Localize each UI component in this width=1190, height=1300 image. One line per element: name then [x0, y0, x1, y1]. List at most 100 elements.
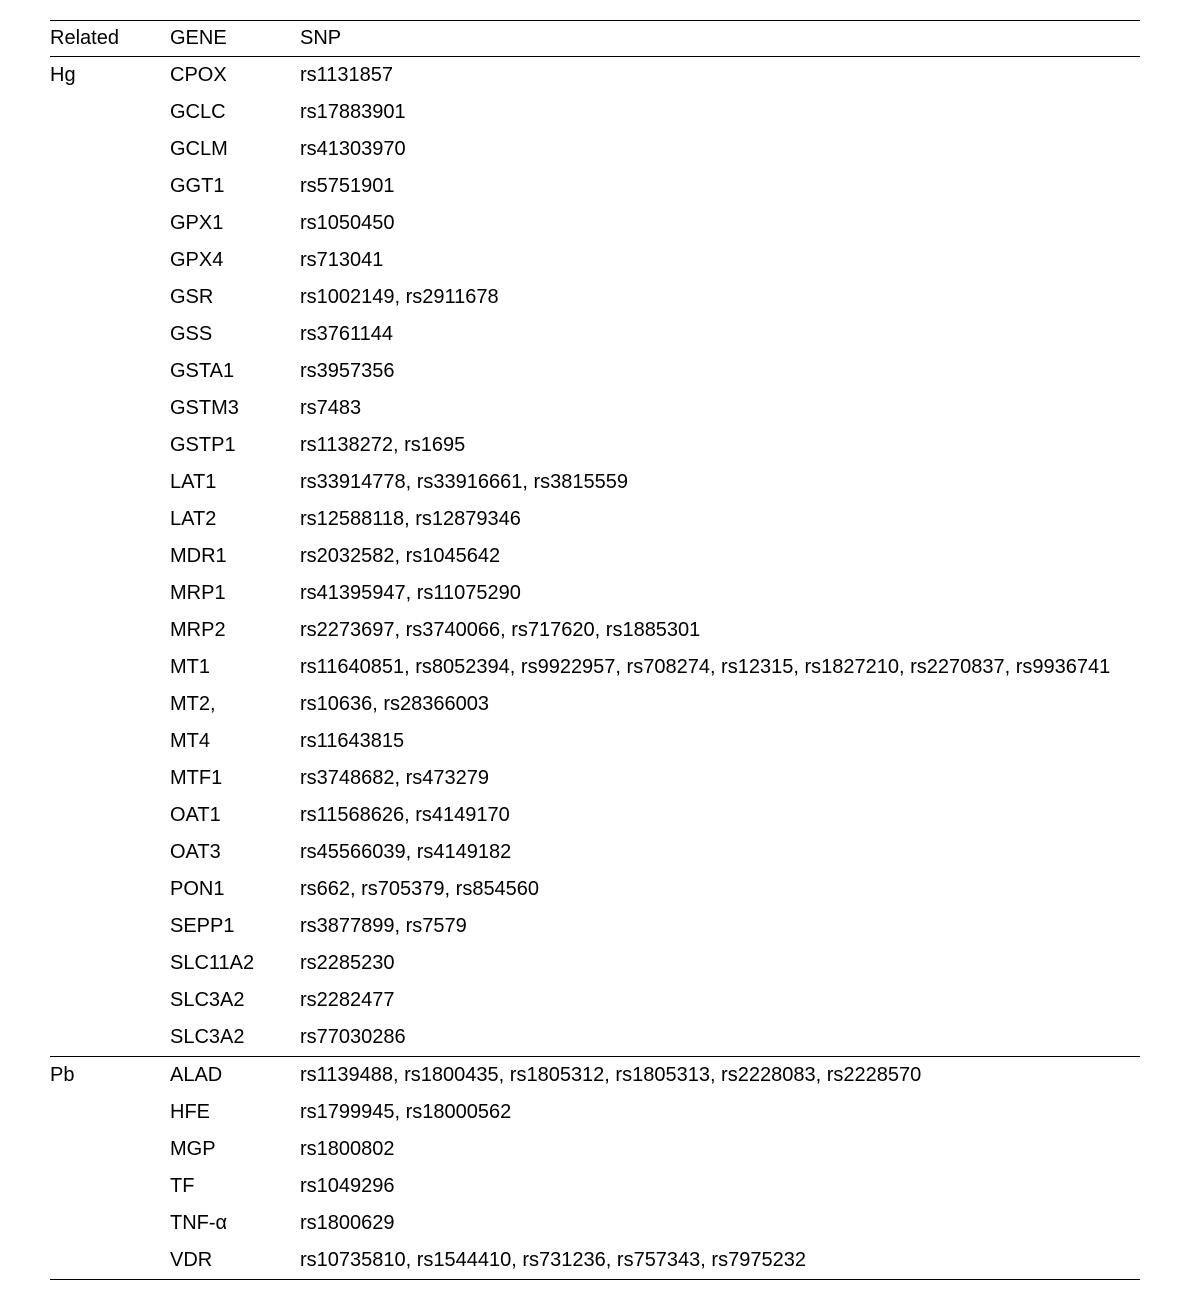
gene-snp-table: Related GENE SNP HgCPOXrs1131857GCLCrs17…	[50, 20, 1140, 1280]
cell-gene: TF	[170, 1168, 300, 1205]
table-row: SLC3A2rs77030286	[50, 1019, 1140, 1057]
cell-snp: rs11643815	[300, 723, 1140, 760]
table-row: MT1rs11640851, rs8052394, rs9922957, rs7…	[50, 649, 1140, 686]
cell-related	[50, 501, 170, 538]
cell-snp: rs1799945, rs18000562	[300, 1094, 1140, 1131]
cell-snp: rs713041	[300, 242, 1140, 279]
cell-snp: rs17883901	[300, 94, 1140, 131]
cell-snp: rs12588118, rs12879346	[300, 501, 1140, 538]
cell-snp: rs3761144	[300, 316, 1140, 353]
cell-snp: rs1050450	[300, 205, 1140, 242]
cell-related	[50, 760, 170, 797]
cell-gene: ALAD	[170, 1057, 300, 1095]
cell-gene: MTF1	[170, 760, 300, 797]
cell-related	[50, 94, 170, 131]
cell-snp: rs1002149, rs2911678	[300, 279, 1140, 316]
cell-snp: rs2282477	[300, 982, 1140, 1019]
table-row: GPX1rs1050450	[50, 205, 1140, 242]
table-row: GSRrs1002149, rs2911678	[50, 279, 1140, 316]
table-row: LAT2rs12588118, rs12879346	[50, 501, 1140, 538]
cell-related	[50, 686, 170, 723]
cell-gene: LAT1	[170, 464, 300, 501]
cell-gene: MT2,	[170, 686, 300, 723]
cell-related	[50, 1131, 170, 1168]
cell-gene: GPX1	[170, 205, 300, 242]
cell-gene: GCLM	[170, 131, 300, 168]
cell-related	[50, 242, 170, 279]
cell-related	[50, 575, 170, 612]
table-row: SLC3A2rs2282477	[50, 982, 1140, 1019]
cell-snp: rs1131857	[300, 57, 1140, 95]
cell-related	[50, 427, 170, 464]
table-row: MGPrs1800802	[50, 1131, 1140, 1168]
cell-gene: GSR	[170, 279, 300, 316]
cell-gene: GSTA1	[170, 353, 300, 390]
cell-gene: TNF-α	[170, 1205, 300, 1242]
cell-related	[50, 538, 170, 575]
table-row: MT2,rs10636, rs28366003	[50, 686, 1140, 723]
cell-snp: rs662, rs705379, rs854560	[300, 871, 1140, 908]
table-row: GSSrs3761144	[50, 316, 1140, 353]
table-row: GPX4rs713041	[50, 242, 1140, 279]
cell-related	[50, 1205, 170, 1242]
table-row: HgCPOXrs1131857	[50, 57, 1140, 95]
cell-gene: GCLC	[170, 94, 300, 131]
cell-snp: rs2032582, rs1045642	[300, 538, 1140, 575]
cell-related	[50, 390, 170, 427]
cell-related	[50, 279, 170, 316]
cell-related	[50, 205, 170, 242]
table-row: MT4rs11643815	[50, 723, 1140, 760]
cell-snp: rs10636, rs28366003	[300, 686, 1140, 723]
table-row: GSTP1rs1138272, rs1695	[50, 427, 1140, 464]
cell-related	[50, 834, 170, 871]
cell-snp: rs45566039, rs4149182	[300, 834, 1140, 871]
cell-related	[50, 1094, 170, 1131]
cell-snp: rs1138272, rs1695	[300, 427, 1140, 464]
table-row: HFErs1799945, rs18000562	[50, 1094, 1140, 1131]
cell-gene: MRP2	[170, 612, 300, 649]
table-row: SLC11A2rs2285230	[50, 945, 1140, 982]
table-row: TNF-αrs1800629	[50, 1205, 1140, 1242]
cell-gene: SLC3A2	[170, 1019, 300, 1057]
table-row: GSTM3rs7483	[50, 390, 1140, 427]
cell-snp: rs33914778, rs33916661, rs3815559	[300, 464, 1140, 501]
cell-gene: MT4	[170, 723, 300, 760]
cell-related	[50, 353, 170, 390]
table-row: OAT1rs11568626, rs4149170	[50, 797, 1140, 834]
cell-snp: rs11640851, rs8052394, rs9922957, rs7082…	[300, 649, 1140, 686]
cell-related	[50, 464, 170, 501]
cell-related: Hg	[50, 57, 170, 95]
cell-related	[50, 982, 170, 1019]
table-row: GCLMrs41303970	[50, 131, 1140, 168]
cell-snp: rs41395947, rs11075290	[300, 575, 1140, 612]
header-snp: SNP	[300, 21, 1140, 57]
cell-gene: PON1	[170, 871, 300, 908]
cell-gene: MRP1	[170, 575, 300, 612]
cell-gene: VDR	[170, 1242, 300, 1280]
table-row: SEPP1rs3877899, rs7579	[50, 908, 1140, 945]
table-row: GCLCrs17883901	[50, 94, 1140, 131]
cell-gene: MDR1	[170, 538, 300, 575]
table-row: OAT3rs45566039, rs4149182	[50, 834, 1140, 871]
cell-related	[50, 649, 170, 686]
cell-related	[50, 797, 170, 834]
cell-related	[50, 945, 170, 982]
cell-snp: rs77030286	[300, 1019, 1140, 1057]
table-row: MDR1rs2032582, rs1045642	[50, 538, 1140, 575]
cell-snp: rs10735810, rs1544410, rs731236, rs75734…	[300, 1242, 1140, 1280]
cell-gene: GPX4	[170, 242, 300, 279]
table-row: MRP2rs2273697, rs3740066, rs717620, rs18…	[50, 612, 1140, 649]
cell-snp: rs3748682, rs473279	[300, 760, 1140, 797]
cell-related	[50, 1242, 170, 1280]
cell-gene: MGP	[170, 1131, 300, 1168]
cell-related	[50, 131, 170, 168]
cell-snp: rs2273697, rs3740066, rs717620, rs188530…	[300, 612, 1140, 649]
table-row: MTF1rs3748682, rs473279	[50, 760, 1140, 797]
cell-related	[50, 168, 170, 205]
cell-snp: rs3877899, rs7579	[300, 908, 1140, 945]
cell-gene: SLC3A2	[170, 982, 300, 1019]
cell-snp: rs41303970	[300, 131, 1140, 168]
cell-gene: GSTM3	[170, 390, 300, 427]
cell-gene: SLC11A2	[170, 945, 300, 982]
cell-snp: rs2285230	[300, 945, 1140, 982]
